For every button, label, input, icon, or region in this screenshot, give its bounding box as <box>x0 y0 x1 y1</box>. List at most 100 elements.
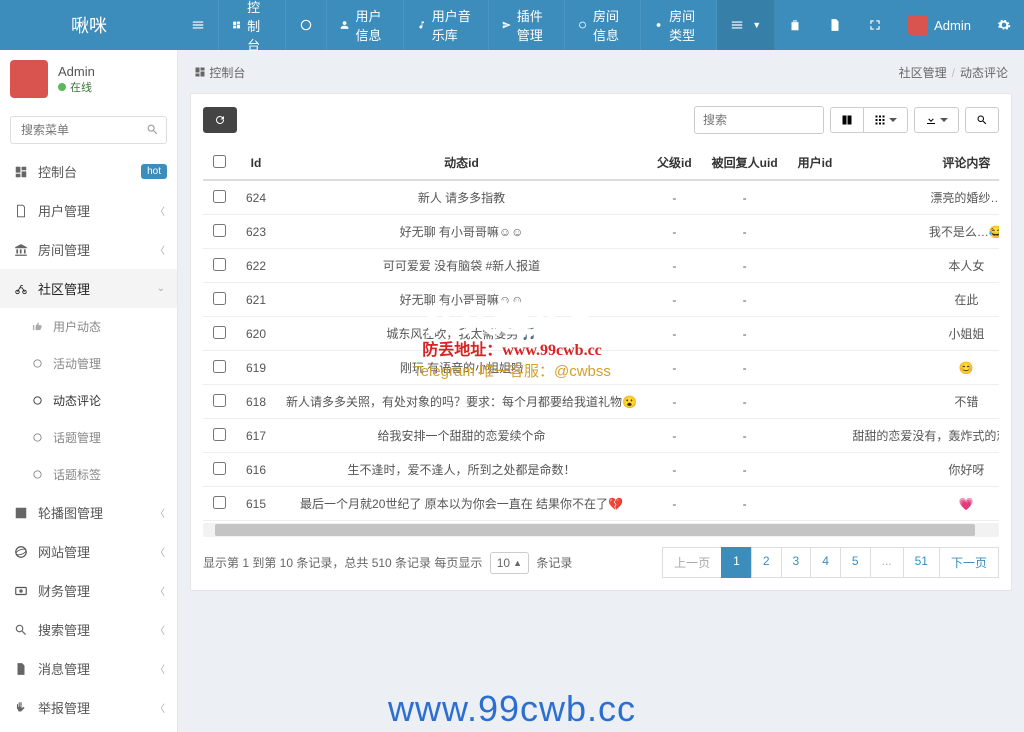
select-all-checkbox[interactable] <box>213 155 226 168</box>
file-icon <box>14 662 28 676</box>
page-1[interactable]: 1 <box>721 547 752 578</box>
data-table: Id动态id父级id被回复人uid用户id评论内容点赞数 624 新人 请多多指… <box>203 146 999 521</box>
table-body: 624 新人 请多多指教 - - 漂亮的婚纱… 0 623 好无聊 有小哥哥嘛☺… <box>203 180 999 521</box>
row-checkbox[interactable] <box>213 428 226 441</box>
view-columns[interactable] <box>830 107 864 133</box>
menu-search-input[interactable] <box>10 116 167 144</box>
cell-uid <box>788 283 843 317</box>
page-3[interactable]: 3 <box>781 547 812 578</box>
page-2[interactable]: 2 <box>751 547 782 578</box>
pagination: 上一页12345...51下一页 <box>663 547 999 578</box>
row-checkbox[interactable] <box>213 292 226 305</box>
menu-search <box>10 116 167 144</box>
toggle-sidebar[interactable] <box>178 0 219 50</box>
cell-ruid: - <box>702 351 788 385</box>
topnav: 控制台 用户信息 用户音乐库 插件管理 房间信息 房间类型 ▼ <box>178 0 775 50</box>
sidebar-menu: 控制台hot用户管理〈房间管理〈社区管理⌄用户动态活动管理动态评论话题管理话题标… <box>0 152 177 732</box>
table-search-input[interactable] <box>694 106 824 134</box>
topnav-circle[interactable] <box>286 0 327 50</box>
sidebar-item-网站管理[interactable]: 网站管理〈 <box>0 532 177 571</box>
view-grid[interactable] <box>863 107 908 133</box>
topnav-room[interactable]: 房间信息 <box>565 0 641 50</box>
row-checkbox[interactable] <box>213 258 226 271</box>
sidebar-item-控制台[interactable]: 控制台hot <box>0 152 177 191</box>
cell-dyn: 生不逢时，爱不逢人，所到之处都是命数！ <box>276 453 647 487</box>
toolbar <box>203 106 999 134</box>
sidebar-item-举报管理[interactable]: 举报管理〈 <box>0 688 177 727</box>
table-row: 616 生不逢时，爱不逢人，所到之处都是命数！ - - 你好呀 0 <box>203 453 999 487</box>
topnav-dashboard[interactable]: 控制台 <box>219 0 286 50</box>
col-header[interactable]: Id <box>236 146 276 180</box>
trash-icon <box>788 18 802 32</box>
sidebar-item-轮播图管理[interactable]: 轮播图管理〈 <box>0 493 177 532</box>
horizontal-scrollbar[interactable] <box>203 523 999 537</box>
top-file[interactable] <box>815 0 855 50</box>
top-expand[interactable] <box>855 0 895 50</box>
row-checkbox[interactable] <box>213 394 226 407</box>
refresh-button[interactable] <box>203 107 237 133</box>
topbar-right: Admin <box>775 0 1024 50</box>
page-5[interactable]: 5 <box>840 547 871 578</box>
page-51[interactable]: 51 <box>903 547 940 578</box>
table-row: 617 给我安排一个甜甜的恋爱续个命 - - 甜甜的恋爱没有，轰炸式的恋爱，你要… <box>203 419 999 453</box>
col-header[interactable]: 评论内容 <box>842 146 999 180</box>
search-icon <box>976 114 988 126</box>
cell-pid: - <box>647 249 702 283</box>
sidebar-item-活动管理[interactable]: 活动管理 <box>0 345 177 382</box>
topnav-music[interactable]: 用户音乐库 <box>404 0 489 50</box>
export-button[interactable] <box>914 107 959 133</box>
circle-o-icon <box>578 18 587 32</box>
sidebar-item-配置管理[interactable]: 配置管理〈 <box>0 727 177 732</box>
sidebar-item-搜索管理[interactable]: 搜索管理〈 <box>0 610 177 649</box>
col-header[interactable]: 用户id <box>788 146 843 180</box>
cell-comment: 在此 <box>842 283 999 317</box>
table-row: 622 可可爱爱 没有脑袋 #新人报道 - - 本人女 0 <box>203 249 999 283</box>
logo[interactable]: 啾咪 <box>0 12 178 38</box>
row-checkbox[interactable] <box>213 224 226 237</box>
sidebar-item-社区管理[interactable]: 社区管理⌄ <box>0 269 177 308</box>
cell-ruid: - <box>702 180 788 215</box>
table-header-row: Id动态id父级id被回复人uid用户id评论内容点赞数 <box>203 146 999 180</box>
row-checkbox[interactable] <box>213 190 226 203</box>
page-下一页[interactable]: 下一页 <box>939 547 999 578</box>
topnav-roomtype[interactable]: 房间类型 <box>641 0 717 50</box>
cell-uid <box>788 249 843 283</box>
table-search-button[interactable] <box>965 107 999 133</box>
circle-icon <box>299 18 313 32</box>
sidebar-item-话题标签[interactable]: 话题标签 <box>0 456 177 493</box>
sidebar-item-用户管理[interactable]: 用户管理〈 <box>0 191 177 230</box>
sidebar-item-消息管理[interactable]: 消息管理〈 <box>0 649 177 688</box>
cell-pid: - <box>647 317 702 351</box>
row-checkbox[interactable] <box>213 496 226 509</box>
search-icon[interactable] <box>146 123 159 139</box>
col-header[interactable]: 动态id <box>276 146 647 180</box>
top-user[interactable]: Admin <box>895 0 984 50</box>
page-...[interactable]: ... <box>870 547 904 578</box>
row-checkbox[interactable] <box>213 360 226 373</box>
col-header[interactable] <box>203 146 236 180</box>
sidebar-item-动态评论[interactable]: 动态评论 <box>0 382 177 419</box>
topnav-more[interactable]: ▼ <box>717 0 775 50</box>
sidebar-item-话题管理[interactable]: 话题管理 <box>0 419 177 456</box>
sidebar-item-用户动态[interactable]: 用户动态 <box>0 308 177 345</box>
row-checkbox[interactable] <box>213 462 226 475</box>
col-header[interactable]: 被回复人uid <box>702 146 788 180</box>
cell-uid <box>788 317 843 351</box>
col-header[interactable]: 父级id <box>647 146 702 180</box>
sidebar-item-财务管理[interactable]: 财务管理〈 <box>0 571 177 610</box>
topnav-user[interactable]: 用户信息 <box>327 0 403 50</box>
page-size-select[interactable]: 10 ▲ <box>490 552 529 574</box>
cell-pid: - <box>647 487 702 521</box>
sidebar-item-房间管理[interactable]: 房间管理〈 <box>0 230 177 269</box>
row-checkbox[interactable] <box>213 326 226 339</box>
breadcrumb-home[interactable]: 控制台 <box>194 64 245 81</box>
scrollbar-thumb[interactable] <box>215 524 975 536</box>
top-trash[interactable] <box>775 0 815 50</box>
cell-comment: 小姐姐 <box>842 317 999 351</box>
page-上一页[interactable]: 上一页 <box>662 547 722 578</box>
top-cog[interactable] <box>984 0 1024 50</box>
page-4[interactable]: 4 <box>810 547 841 578</box>
cell-dyn: 好无聊 有小哥哥嘛☺☺ <box>276 215 647 249</box>
topnav-plugin[interactable]: 插件管理 <box>489 0 565 50</box>
table-row: 624 新人 请多多指教 - - 漂亮的婚纱… 0 <box>203 180 999 215</box>
